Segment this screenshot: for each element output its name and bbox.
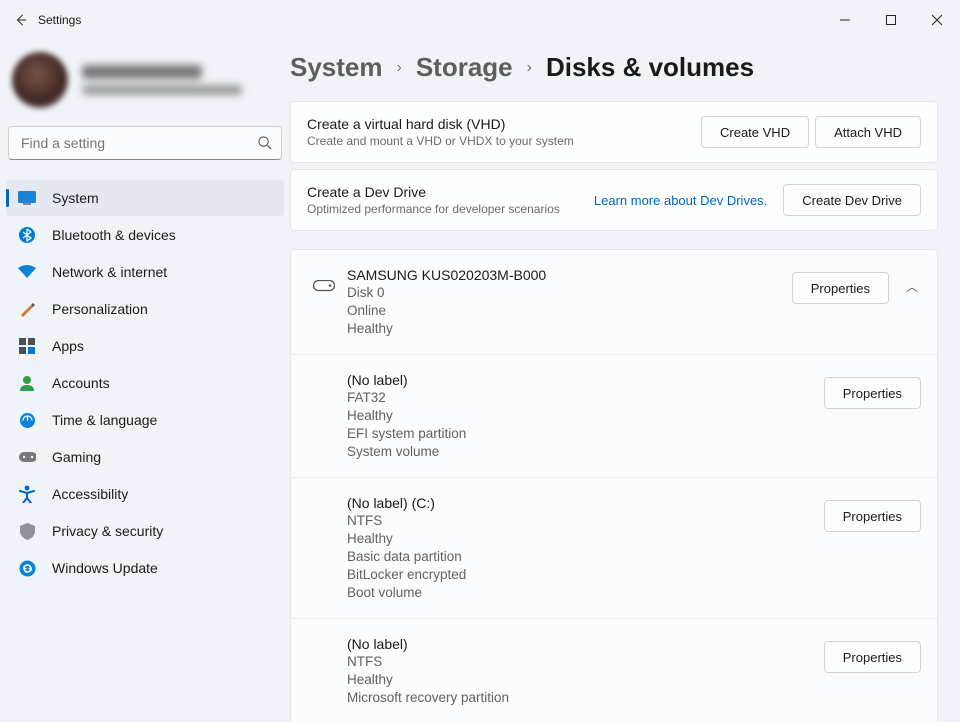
update-icon bbox=[18, 559, 36, 577]
disk-line: Disk 0 bbox=[347, 284, 792, 302]
chevron-up-icon[interactable]: ︿ bbox=[903, 272, 921, 295]
card-subtitle: Create and mount a VHD or VHDX to your s… bbox=[307, 134, 574, 148]
network-icon bbox=[18, 263, 36, 281]
volume-line: (No label) (C:) bbox=[347, 494, 824, 512]
sidebar-item-accounts[interactable]: Accounts bbox=[6, 365, 284, 401]
search-input[interactable] bbox=[8, 126, 282, 160]
titlebar: Settings bbox=[0, 0, 960, 40]
maximize-button[interactable] bbox=[868, 0, 914, 40]
volume-line: NTFS bbox=[347, 653, 824, 671]
profile-text bbox=[82, 65, 242, 95]
personalization-icon bbox=[18, 300, 36, 318]
sidebar-item-update[interactable]: Windows Update bbox=[6, 550, 284, 586]
attach-vhd-button[interactable]: Attach VHD bbox=[815, 116, 921, 148]
minimize-button[interactable] bbox=[822, 0, 868, 40]
breadcrumb-current: Disks & volumes bbox=[546, 52, 754, 83]
sidebar-item-system[interactable]: System bbox=[6, 180, 284, 216]
breadcrumb: System › Storage › Disks & volumes bbox=[290, 52, 938, 83]
sidebar-item-label: Privacy & security bbox=[52, 523, 163, 539]
window-title: Settings bbox=[38, 13, 81, 27]
properties-button[interactable]: Properties bbox=[824, 641, 921, 673]
sidebar-item-label: Windows Update bbox=[52, 560, 158, 576]
disk-line: Online bbox=[347, 302, 792, 320]
sidebar-item-label: Accessibility bbox=[52, 486, 128, 502]
privacy-icon bbox=[18, 522, 36, 540]
disk-name: SAMSUNG KUS020203M-B000 bbox=[347, 266, 792, 284]
sidebar-item-network[interactable]: Network & internet bbox=[6, 254, 284, 290]
avatar bbox=[12, 52, 68, 108]
card-title: Create a virtual hard disk (VHD) bbox=[307, 116, 574, 132]
sidebar-item-label: System bbox=[52, 190, 99, 206]
chevron-right-icon: › bbox=[397, 59, 402, 77]
sidebar-item-label: Accounts bbox=[52, 375, 110, 391]
volume-line: NTFS bbox=[347, 512, 824, 530]
create-devdrive-button[interactable]: Create Dev Drive bbox=[783, 184, 921, 216]
disk-line: Healthy bbox=[347, 320, 792, 338]
sidebar-item-bluetooth[interactable]: Bluetooth & devices bbox=[6, 217, 284, 253]
chevron-right-icon: › bbox=[527, 59, 532, 77]
card-devdrive: Create a Dev Drive Optimized performance… bbox=[290, 169, 938, 231]
breadcrumb-storage[interactable]: Storage bbox=[416, 52, 513, 83]
volume-line: BitLocker encrypted bbox=[347, 566, 824, 584]
profile[interactable] bbox=[6, 46, 284, 126]
sidebar-item-privacy[interactable]: Privacy & security bbox=[6, 513, 284, 549]
volume-line: System volume bbox=[347, 443, 824, 461]
main-content: System › Storage › Disks & volumes Creat… bbox=[290, 40, 960, 722]
volume-line: Basic data partition bbox=[347, 548, 824, 566]
volume-row[interactable]: (No label) (C:)NTFSHealthyBasic data par… bbox=[291, 478, 937, 619]
sidebar-item-time[interactable]: Time & language bbox=[6, 402, 284, 438]
properties-button[interactable]: Properties bbox=[824, 500, 921, 532]
sidebar-item-gaming[interactable]: Gaming bbox=[6, 439, 284, 475]
volume-line: Healthy bbox=[347, 530, 824, 548]
nav-list: System Bluetooth & devices Network & int… bbox=[6, 180, 284, 586]
breadcrumb-system[interactable]: System bbox=[290, 52, 383, 83]
close-button[interactable] bbox=[914, 0, 960, 40]
volume-line: Healthy bbox=[347, 407, 824, 425]
volume-line: (No label) bbox=[347, 371, 824, 389]
search-box[interactable] bbox=[8, 126, 282, 160]
properties-button[interactable]: Properties bbox=[792, 272, 889, 304]
volume-line: (No label) bbox=[347, 635, 824, 653]
sidebar-item-label: Network & internet bbox=[52, 264, 167, 280]
sidebar-item-label: Bluetooth & devices bbox=[52, 227, 176, 243]
card-subtitle: Optimized performance for developer scen… bbox=[307, 202, 560, 216]
back-icon[interactable] bbox=[14, 13, 28, 27]
apps-icon bbox=[18, 337, 36, 355]
volume-line: EFI system partition bbox=[347, 425, 824, 443]
volume-row[interactable]: (No label)NTFSHealthyMicrosoft recovery … bbox=[291, 619, 937, 722]
learn-more-link[interactable]: Learn more about Dev Drives. bbox=[594, 193, 767, 208]
volume-line: Microsoft recovery partition bbox=[347, 689, 824, 707]
create-vhd-button[interactable]: Create VHD bbox=[701, 116, 809, 148]
accessibility-icon bbox=[18, 485, 36, 503]
volume-line: Healthy bbox=[347, 671, 824, 689]
gaming-icon bbox=[18, 448, 36, 466]
bluetooth-icon bbox=[18, 226, 36, 244]
card-title: Create a Dev Drive bbox=[307, 184, 560, 200]
properties-button[interactable]: Properties bbox=[824, 377, 921, 409]
disk-row[interactable]: SAMSUNG KUS020203M-B000 Disk 0 Online He… bbox=[291, 250, 937, 355]
sidebar-item-label: Gaming bbox=[52, 449, 101, 465]
volume-line: Boot volume bbox=[347, 584, 824, 602]
volume-line: FAT32 bbox=[347, 389, 824, 407]
sidebar-item-label: Time & language bbox=[52, 412, 157, 428]
sidebar-item-accessibility[interactable]: Accessibility bbox=[6, 476, 284, 512]
sidebar: System Bluetooth & devices Network & int… bbox=[0, 40, 290, 722]
sidebar-item-label: Apps bbox=[52, 338, 84, 354]
time-icon bbox=[18, 411, 36, 429]
sidebar-item-apps[interactable]: Apps bbox=[6, 328, 284, 364]
system-icon bbox=[18, 189, 36, 207]
sidebar-item-label: Personalization bbox=[52, 301, 148, 317]
sidebar-item-personalization[interactable]: Personalization bbox=[6, 291, 284, 327]
accounts-icon bbox=[18, 374, 36, 392]
search-icon bbox=[257, 135, 272, 150]
disks-list: SAMSUNG KUS020203M-B000 Disk 0 Online He… bbox=[290, 249, 938, 722]
disk-icon bbox=[307, 266, 341, 338]
volume-row[interactable]: (No label)FAT32HealthyEFI system partiti… bbox=[291, 355, 937, 478]
card-vhd: Create a virtual hard disk (VHD) Create … bbox=[290, 101, 938, 163]
